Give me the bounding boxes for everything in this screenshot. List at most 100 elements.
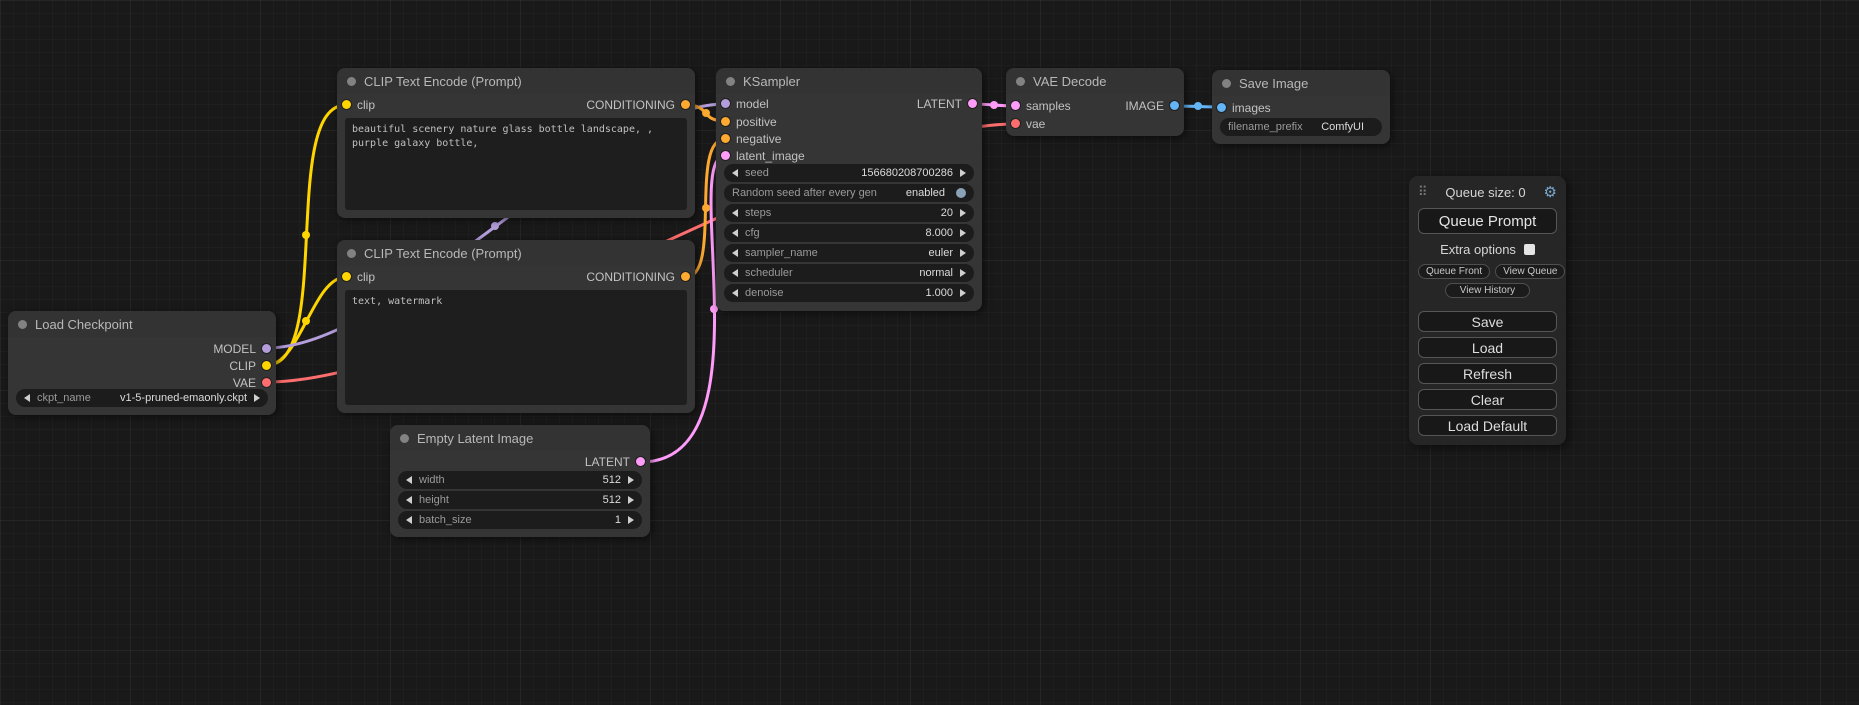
decrement-arrow-icon[interactable] xyxy=(406,476,412,484)
widget-ckpt-name[interactable]: ckpt_name v1-5-pruned-emaonly.ckpt xyxy=(16,389,268,407)
increment-arrow-icon[interactable] xyxy=(628,496,634,504)
node-vae-decode[interactable]: VAE Decode samples vae IMAGE xyxy=(1006,68,1184,136)
widget-batch-size[interactable]: batch_size 1 xyxy=(398,511,642,529)
increment-arrow-icon[interactable] xyxy=(960,169,966,177)
widget-width[interactable]: width 512 xyxy=(398,471,642,489)
widget-denoise[interactable]: denoise 1.000 xyxy=(724,284,974,302)
output-slot-model[interactable]: MODEL xyxy=(213,340,271,357)
node-title-bar[interactable]: Load Checkpoint xyxy=(8,311,276,337)
widget-height[interactable]: height 512 xyxy=(398,491,642,509)
widget-filename-prefix[interactable]: filename_prefix ComfyUI xyxy=(1220,118,1382,136)
decrement-arrow-icon[interactable] xyxy=(732,169,738,177)
widget-scheduler[interactable]: scheduler normal xyxy=(724,264,974,282)
view-queue-button[interactable]: View Queue xyxy=(1495,264,1565,279)
slot-dot-latent[interactable] xyxy=(721,151,730,160)
slot-dot-vae[interactable] xyxy=(1011,119,1020,128)
clear-button[interactable]: Clear xyxy=(1418,389,1557,410)
node-title-bar[interactable]: VAE Decode xyxy=(1006,68,1184,94)
widget-cfg[interactable]: cfg 8.000 xyxy=(724,224,974,242)
decrement-arrow-icon[interactable] xyxy=(406,516,412,524)
node-clip-text-encode-negative[interactable]: CLIP Text Encode (Prompt) clip CONDITION… xyxy=(337,240,695,413)
node-empty-latent-image[interactable]: Empty Latent Image LATENT width 512 heig… xyxy=(390,425,650,537)
widget-steps[interactable]: steps 20 xyxy=(724,204,974,222)
slot-dot-conditioning[interactable] xyxy=(681,100,690,109)
node-clip-text-encode-positive[interactable]: CLIP Text Encode (Prompt) clip CONDITION… xyxy=(337,68,695,218)
input-slot-images[interactable]: images xyxy=(1217,99,1271,116)
input-slot-positive[interactable]: positive xyxy=(721,113,777,130)
collapse-dot[interactable] xyxy=(400,434,409,443)
collapse-dot[interactable] xyxy=(347,249,356,258)
toggle-knob[interactable] xyxy=(956,188,966,198)
decrement-arrow-icon[interactable] xyxy=(24,394,30,402)
refresh-button[interactable]: Refresh xyxy=(1418,363,1557,384)
node-title-bar[interactable]: CLIP Text Encode (Prompt) xyxy=(337,68,695,94)
node-graph-canvas[interactable]: Load Checkpoint MODEL CLIP VAE ckpt_name… xyxy=(0,0,1859,705)
collapse-dot[interactable] xyxy=(347,77,356,86)
decrement-arrow-icon[interactable] xyxy=(732,209,738,217)
prompt-textarea[interactable]: beautiful scenery nature glass bottle la… xyxy=(345,118,687,210)
output-slot-latent[interactable]: LATENT xyxy=(917,95,977,112)
collapse-dot[interactable] xyxy=(1016,77,1025,86)
queue-prompt-button[interactable]: Queue Prompt xyxy=(1418,208,1557,234)
increment-arrow-icon[interactable] xyxy=(960,269,966,277)
increment-arrow-icon[interactable] xyxy=(254,394,260,402)
slot-dot-conditioning[interactable] xyxy=(721,117,730,126)
slot-dot-model[interactable] xyxy=(262,344,271,353)
input-slot-latent-image[interactable]: latent_image xyxy=(721,147,805,164)
slot-dot-conditioning[interactable] xyxy=(681,272,690,281)
increment-arrow-icon[interactable] xyxy=(960,249,966,257)
decrement-arrow-icon[interactable] xyxy=(732,269,738,277)
input-slot-samples[interactable]: samples xyxy=(1011,97,1071,114)
slot-dot-clip[interactable] xyxy=(342,100,351,109)
node-ksampler[interactable]: KSampler model positive negative latent_… xyxy=(716,68,982,311)
collapse-dot[interactable] xyxy=(18,320,27,329)
increment-arrow-icon[interactable] xyxy=(960,289,966,297)
load-button[interactable]: Load xyxy=(1418,337,1557,358)
decrement-arrow-icon[interactable] xyxy=(732,229,738,237)
node-load-checkpoint[interactable]: Load Checkpoint MODEL CLIP VAE ckpt_name… xyxy=(8,311,276,415)
input-slot-vae[interactable]: vae xyxy=(1011,115,1045,132)
widget-sampler-name[interactable]: sampler_name euler xyxy=(724,244,974,262)
load-default-button[interactable]: Load Default xyxy=(1418,415,1557,436)
slot-dot-image[interactable] xyxy=(1217,103,1226,112)
output-slot-clip[interactable]: CLIP xyxy=(229,357,271,374)
slot-dot-clip[interactable] xyxy=(342,272,351,281)
input-slot-clip[interactable]: clip xyxy=(342,268,375,285)
widget-seed[interactable]: seed 156680208700286 xyxy=(724,164,974,182)
input-slot-model[interactable]: model xyxy=(721,95,769,112)
queue-front-button[interactable]: Queue Front xyxy=(1418,264,1490,279)
slot-dot-clip[interactable] xyxy=(262,361,271,370)
slot-dot-latent[interactable] xyxy=(636,457,645,466)
node-title-bar[interactable]: Save Image xyxy=(1212,70,1390,96)
collapse-dot[interactable] xyxy=(726,77,735,86)
output-slot-conditioning[interactable]: CONDITIONING xyxy=(586,96,690,113)
slot-dot-latent[interactable] xyxy=(1011,101,1020,110)
node-title-bar[interactable]: KSampler xyxy=(716,68,982,94)
increment-arrow-icon[interactable] xyxy=(628,476,634,484)
decrement-arrow-icon[interactable] xyxy=(406,496,412,504)
node-title-bar[interactable]: Empty Latent Image xyxy=(390,425,650,451)
settings-gear-icon[interactable]: ⚙ xyxy=(1544,183,1557,201)
increment-arrow-icon[interactable] xyxy=(960,209,966,217)
prompt-textarea[interactable]: text, watermark xyxy=(345,290,687,405)
input-slot-negative[interactable]: negative xyxy=(721,130,781,147)
save-button[interactable]: Save xyxy=(1418,311,1557,332)
output-slot-image[interactable]: IMAGE xyxy=(1125,97,1179,114)
slot-dot-conditioning[interactable] xyxy=(721,134,730,143)
output-slot-conditioning[interactable]: CONDITIONING xyxy=(586,268,690,285)
view-history-button[interactable]: View History xyxy=(1445,283,1530,298)
extra-options-checkbox[interactable] xyxy=(1524,244,1535,255)
input-slot-clip[interactable]: clip xyxy=(342,96,375,113)
slot-dot-latent[interactable] xyxy=(968,99,977,108)
increment-arrow-icon[interactable] xyxy=(960,229,966,237)
decrement-arrow-icon[interactable] xyxy=(732,289,738,297)
slot-dot-model[interactable] xyxy=(721,99,730,108)
drag-handle-icon[interactable]: ⠿ xyxy=(1418,184,1428,200)
widget-random-seed-toggle[interactable]: Random seed after every gen enabled xyxy=(724,184,974,202)
output-slot-latent[interactable]: LATENT xyxy=(585,453,645,470)
slot-dot-vae[interactable] xyxy=(262,378,271,387)
slot-dot-image[interactable] xyxy=(1170,101,1179,110)
node-title-bar[interactable]: CLIP Text Encode (Prompt) xyxy=(337,240,695,266)
decrement-arrow-icon[interactable] xyxy=(732,249,738,257)
node-save-image[interactable]: Save Image images filename_prefix ComfyU… xyxy=(1212,70,1390,144)
